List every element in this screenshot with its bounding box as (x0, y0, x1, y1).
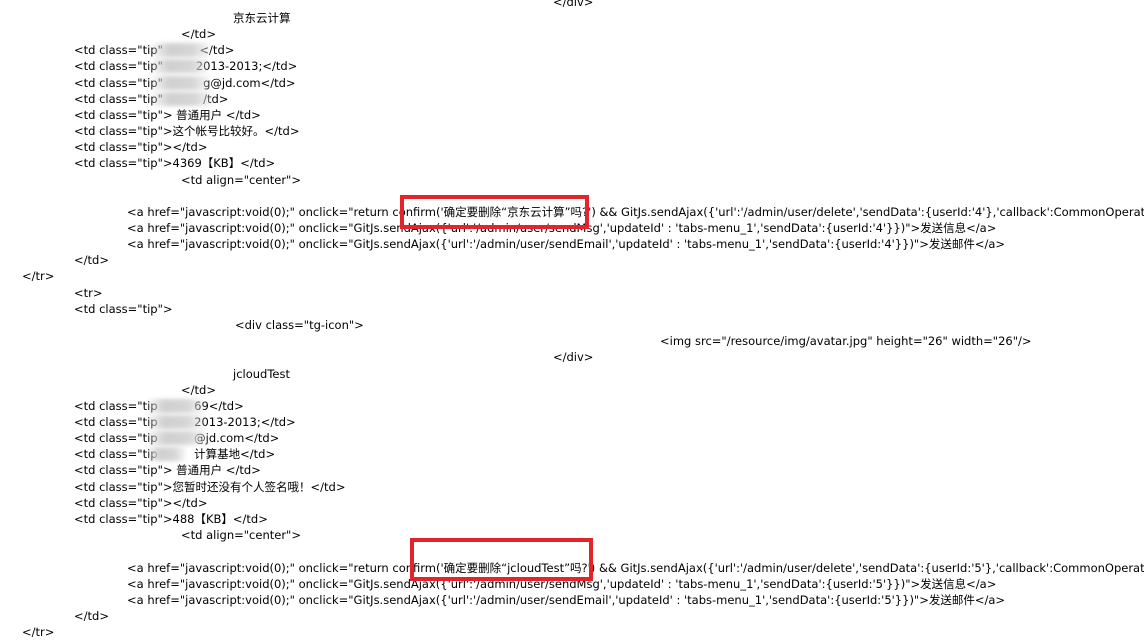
code-line: <a href="javascript:void(0);" onclick="G… (127, 237, 1006, 251)
code-line: <td class="tip">488【KB】</td> (74, 512, 268, 526)
redacted-region (148, 399, 204, 413)
code-line: <td class="tip">4369【KB】</td> (74, 156, 276, 170)
code-line: <td align="center"> (181, 173, 301, 187)
code-line: <a href="javascript:void(0);" onclick="r… (127, 561, 1144, 575)
code-line: </tr> (22, 625, 55, 639)
redacted-region (148, 431, 206, 445)
code-line: </td> (181, 383, 216, 397)
redacted-region (152, 43, 210, 57)
code-line: <td class="tip">您暂时还没有个人签名哦！</td> (74, 480, 346, 494)
redacted-region (152, 59, 208, 73)
code-line: 京东云计算 (233, 11, 291, 25)
redacted-region (152, 76, 210, 90)
source-code-view: </div> 京东云计算 </td> <td class="tip" </td>… (0, 0, 1144, 640)
highlight-box (400, 195, 589, 229)
code-line: <td class="tip">这个帐号比较好。</td> (74, 124, 300, 138)
code-line: <td class="tip"></td> (74, 496, 208, 510)
code-line: <a href="javascript:void(0);" onclick="G… (127, 593, 1006, 607)
code-line: <div class="tg-icon"> (235, 318, 364, 332)
code-line: jcloudTest (233, 367, 290, 381)
code-line: </div> (553, 0, 594, 9)
code-line: <td align="center"> (181, 528, 301, 542)
redacted-region (148, 415, 204, 429)
code-line: </td> (74, 609, 109, 623)
code-line: <td class="tip"> 普通用户 </td> (74, 463, 261, 477)
code-line: </td> (181, 27, 216, 41)
code-line: </div> (553, 350, 594, 364)
highlight-box (410, 538, 593, 581)
code-line: </td> (74, 253, 109, 267)
code-line: <td class="tip"> 普通用户 </td> (74, 108, 261, 122)
code-line: <tr> (74, 286, 103, 300)
code-line: <a href="javascript:void(0);" onclick="r… (127, 205, 1144, 219)
redacted-region (148, 447, 186, 461)
redacted-region (152, 92, 212, 106)
code-line: <td class="tip"></td> (74, 140, 208, 154)
code-line: </tr> (22, 269, 55, 283)
code-line: <img src="/resource/img/avatar.jpg" heig… (660, 334, 1032, 348)
code-line: <td class="tip"> (74, 302, 173, 316)
